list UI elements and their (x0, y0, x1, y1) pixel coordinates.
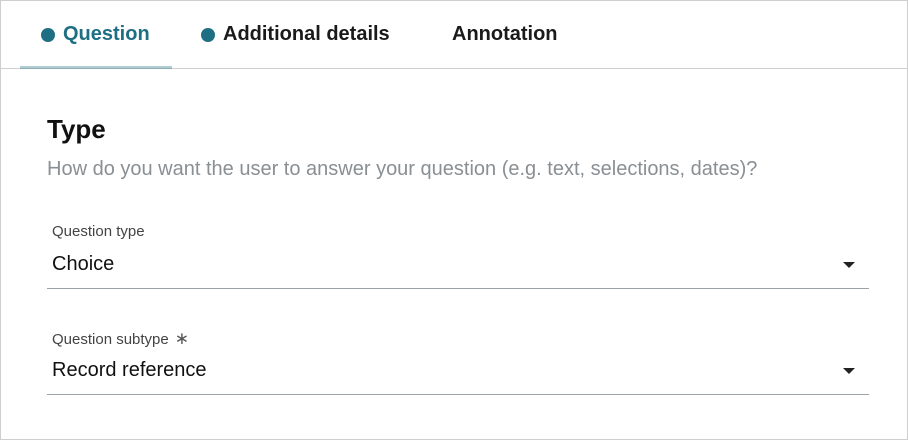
section-title: Type (47, 114, 106, 144)
tab-label: Question (63, 23, 150, 45)
tab-bar: Question Additional details Annotation (1, 1, 907, 69)
caret-down-icon (843, 262, 855, 268)
question-editor-panel: Question Additional details Annotation T… (0, 0, 908, 440)
field-underline (47, 394, 869, 395)
caret-down-icon (843, 368, 855, 374)
section-description: How do you want the user to answer your … (47, 158, 758, 180)
status-dot-icon (41, 27, 55, 42)
tab-annotation[interactable]: Annotation (452, 1, 558, 68)
question-subtype-select[interactable]: Question subtype ∗ Record reference (47, 329, 869, 397)
tab-label: Annotation (452, 23, 558, 45)
question-type-value: Choice (52, 253, 115, 275)
question-subtype-label-text: Question subtype (52, 331, 169, 348)
required-asterisk-icon: ∗ (174, 329, 189, 348)
question-subtype-value: Record reference (52, 359, 207, 381)
tab-additional-details[interactable]: Additional details (201, 1, 390, 68)
tab-label: Additional details (223, 23, 390, 45)
status-dot-icon (201, 27, 215, 42)
question-subtype-label: Question subtype ∗ (52, 329, 189, 349)
question-type-select[interactable]: Question type Choice (47, 223, 869, 291)
tab-question[interactable]: Question (20, 1, 172, 69)
question-type-label: Question type (52, 223, 145, 240)
field-underline (47, 288, 869, 289)
